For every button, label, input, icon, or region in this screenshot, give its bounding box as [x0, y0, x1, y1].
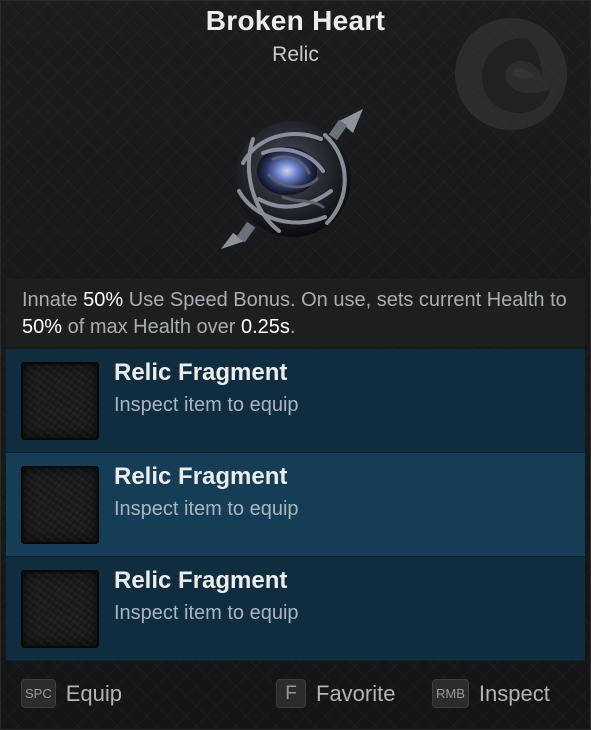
slot-subtitle: Inspect item to equip: [114, 394, 299, 416]
broken-heart-relic-image: [221, 109, 363, 249]
slot-title: Relic Fragment: [114, 359, 288, 386]
inspect-label: Inspect: [478, 680, 550, 706]
item-tooltip-panel: Broken Heart Relic Innate 50% Use Speed …: [0, 0, 591, 730]
action-bar: SPC Equip F Favorite RMB Inspect: [6, 661, 585, 725]
duration-value: 0.25s: [241, 316, 290, 338]
relic-fragment-slot-icon: [21, 362, 99, 440]
relic-category-icon: [455, 18, 567, 130]
health-percent-value: 50%: [22, 316, 63, 338]
spc-key-icon: SPC: [21, 679, 56, 708]
item-header: Broken Heart Relic: [1, 1, 590, 279]
relic-fragment-slot-icon: [21, 570, 99, 648]
description-text: Use Speed Bonus. On use, sets current He…: [123, 289, 567, 311]
equip-action[interactable]: SPC Equip: [21, 679, 122, 708]
item-description: Innate 50% Use Speed Bonus. On use, sets…: [6, 279, 585, 347]
slot-subtitle: Inspect item to equip: [114, 602, 299, 624]
fragment-slot-list: Relic Fragment Inspect item to equip Rel…: [6, 349, 585, 661]
fragment-slot-1[interactable]: Relic Fragment Inspect item to equip: [6, 349, 585, 453]
f-key-icon: F: [276, 679, 306, 708]
equip-label: Equip: [65, 680, 123, 706]
relic-fragment-slot-icon: [21, 466, 99, 544]
favorite-label: Favorite: [316, 680, 396, 706]
slot-subtitle: Inspect item to equip: [114, 498, 299, 520]
fragment-slot-2[interactable]: Relic Fragment Inspect item to equip: [6, 453, 585, 557]
description-text: of max Health over: [62, 316, 241, 338]
inspect-action[interactable]: RMB Inspect: [432, 679, 550, 708]
use-speed-value: 50%: [83, 289, 124, 311]
description-text: .: [289, 316, 296, 338]
rmb-key-icon: RMB: [432, 679, 469, 708]
slot-title: Relic Fragment: [114, 463, 288, 490]
description-text: Innate: [22, 289, 84, 311]
favorite-action[interactable]: F Favorite: [276, 679, 395, 708]
slot-title: Relic Fragment: [114, 567, 288, 594]
fragment-slot-3[interactable]: Relic Fragment Inspect item to equip: [6, 557, 585, 661]
